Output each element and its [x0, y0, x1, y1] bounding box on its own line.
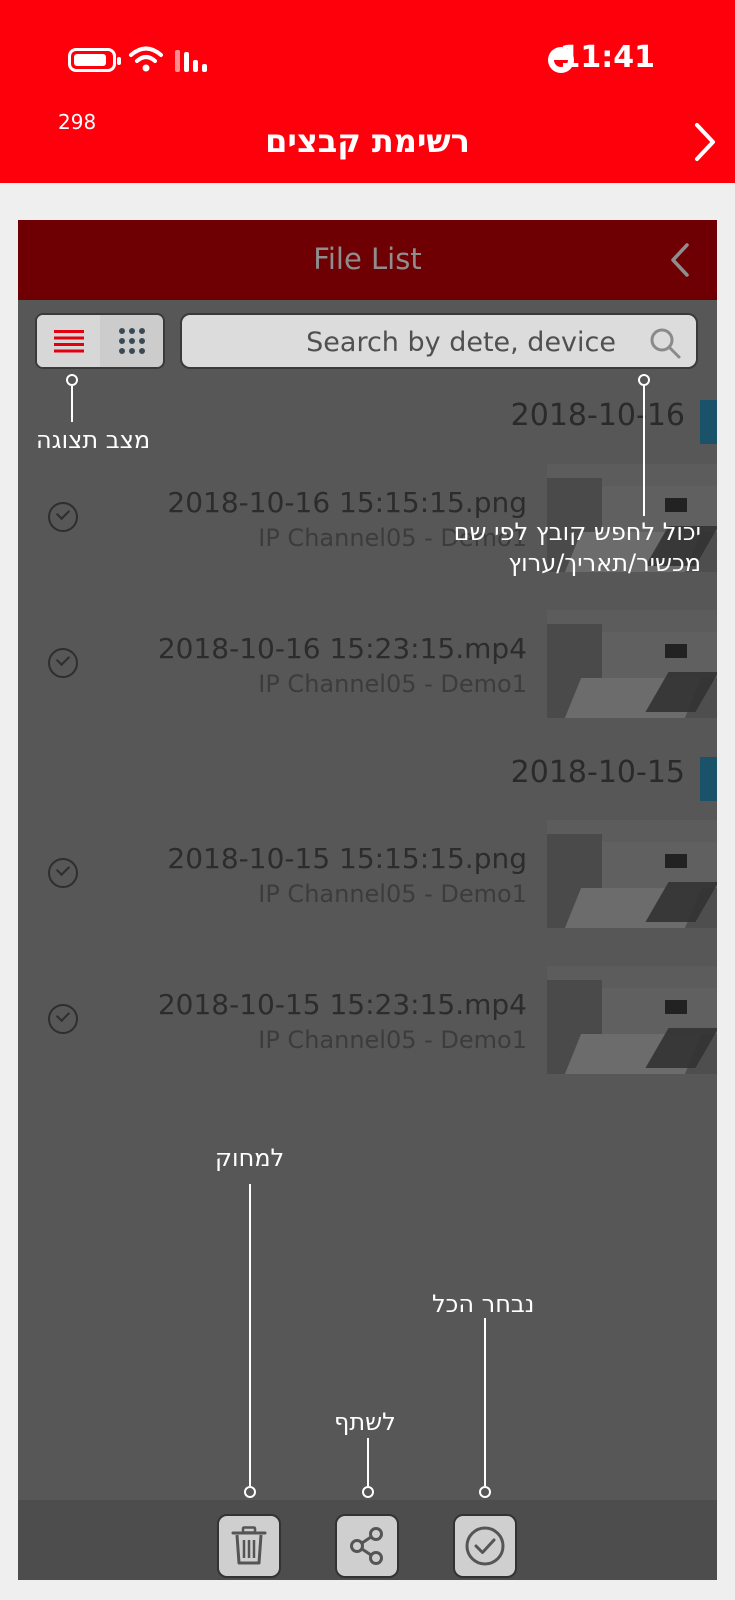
select-check-icon[interactable]: [48, 1004, 78, 1034]
select-all-button[interactable]: [453, 1514, 517, 1578]
signal-icon: [175, 50, 207, 72]
select-check-icon[interactable]: [48, 502, 78, 532]
view-mode-callout-line: [71, 386, 73, 422]
check-circle-icon: [465, 1526, 505, 1566]
share-icon: [350, 1527, 383, 1565]
view-mode-toggle[interactable]: [35, 313, 165, 369]
search-callout-line: [643, 386, 645, 516]
status-time: 11:41: [559, 40, 656, 75]
chevron-left-icon[interactable]: [669, 242, 691, 278]
share-annotation: לשתף: [334, 1408, 396, 1436]
list-view-button[interactable]: [37, 315, 100, 367]
select-all-annotation: נבחר הכל: [432, 1290, 535, 1318]
page-title: רשימת קבצים: [265, 122, 470, 160]
list-icon: [53, 330, 84, 353]
view-mode-callout-dot: [66, 374, 78, 386]
file-list-screen: File List Search by dete, device 2018-10…: [18, 220, 717, 1580]
grid-view-button[interactable]: [100, 315, 163, 367]
battery-icon: [68, 48, 121, 72]
search-callout-dot: [638, 374, 650, 386]
share-callout-dot: [362, 1486, 374, 1498]
file-name: 2018-10-15 15:23:15.mp4: [157, 988, 527, 1021]
file-thumbnail[interactable]: [547, 966, 717, 1074]
select-check-icon[interactable]: [48, 858, 78, 888]
file-source: IP Channel05 - Demo1: [258, 1026, 527, 1054]
view-mode-annotation: מצב תצוגה: [36, 426, 151, 454]
file-name: 2018-10-15 15:15:15.png: [167, 842, 527, 875]
delete-callout-line: [249, 1184, 251, 1486]
trash-icon: [231, 1526, 267, 1565]
delete-button[interactable]: [217, 1514, 281, 1578]
file-name: 2018-10-16 15:23:15.mp4: [157, 632, 527, 665]
select-check-icon[interactable]: [48, 648, 78, 678]
select-all-callout-line: [484, 1318, 486, 1486]
file-row[interactable]: 2018-10-15 15:15:15.png IP Channel05 - D…: [18, 820, 717, 930]
share-callout-line: [367, 1438, 369, 1486]
chevron-right-icon[interactable]: [693, 122, 717, 162]
file-name: 2018-10-16 15:15:15.png: [167, 486, 527, 519]
file-thumbnail[interactable]: [547, 610, 717, 718]
bottom-action-bar: [18, 1500, 717, 1580]
search-placeholder: Search by dete, device: [306, 327, 616, 358]
file-thumbnail[interactable]: [547, 820, 717, 928]
share-button[interactable]: [335, 1514, 399, 1578]
delete-annotation: למחוק: [215, 1144, 285, 1172]
search-input[interactable]: Search by dete, device: [180, 313, 698, 369]
file-list-header: File List: [18, 220, 717, 300]
file-source: IP Channel05 - Demo1: [258, 880, 527, 908]
file-row[interactable]: 2018-10-15 15:23:15.mp4 IP Channel05 - D…: [18, 966, 717, 1076]
file-list-toolbar: Search by dete, device: [18, 300, 717, 380]
file-list-title: File List: [313, 242, 422, 276]
wifi-icon: [129, 46, 163, 72]
grid-icon: [118, 328, 145, 354]
delete-callout-dot: [244, 1486, 256, 1498]
file-source: IP Channel05 - Demo1: [258, 670, 527, 698]
date-group-marker: [700, 757, 717, 801]
search-icon: [650, 328, 681, 359]
file-row[interactable]: 2018-10-16 15:23:15.mp4 IP Channel05 - D…: [18, 610, 717, 720]
date-group-header: 2018-10-16: [510, 398, 685, 433]
select-all-callout-dot: [479, 1486, 491, 1498]
date-group-header: 2018-10-15: [510, 755, 685, 790]
top-bar: 11:41 298 רשימת קבצים: [0, 0, 735, 183]
date-group-marker: [700, 400, 717, 444]
search-annotation-line1: יכול לחפש קובץ לפי שם: [453, 518, 701, 546]
search-annotation-line2: מכשיר/תאריך/ערוץ: [508, 549, 701, 577]
